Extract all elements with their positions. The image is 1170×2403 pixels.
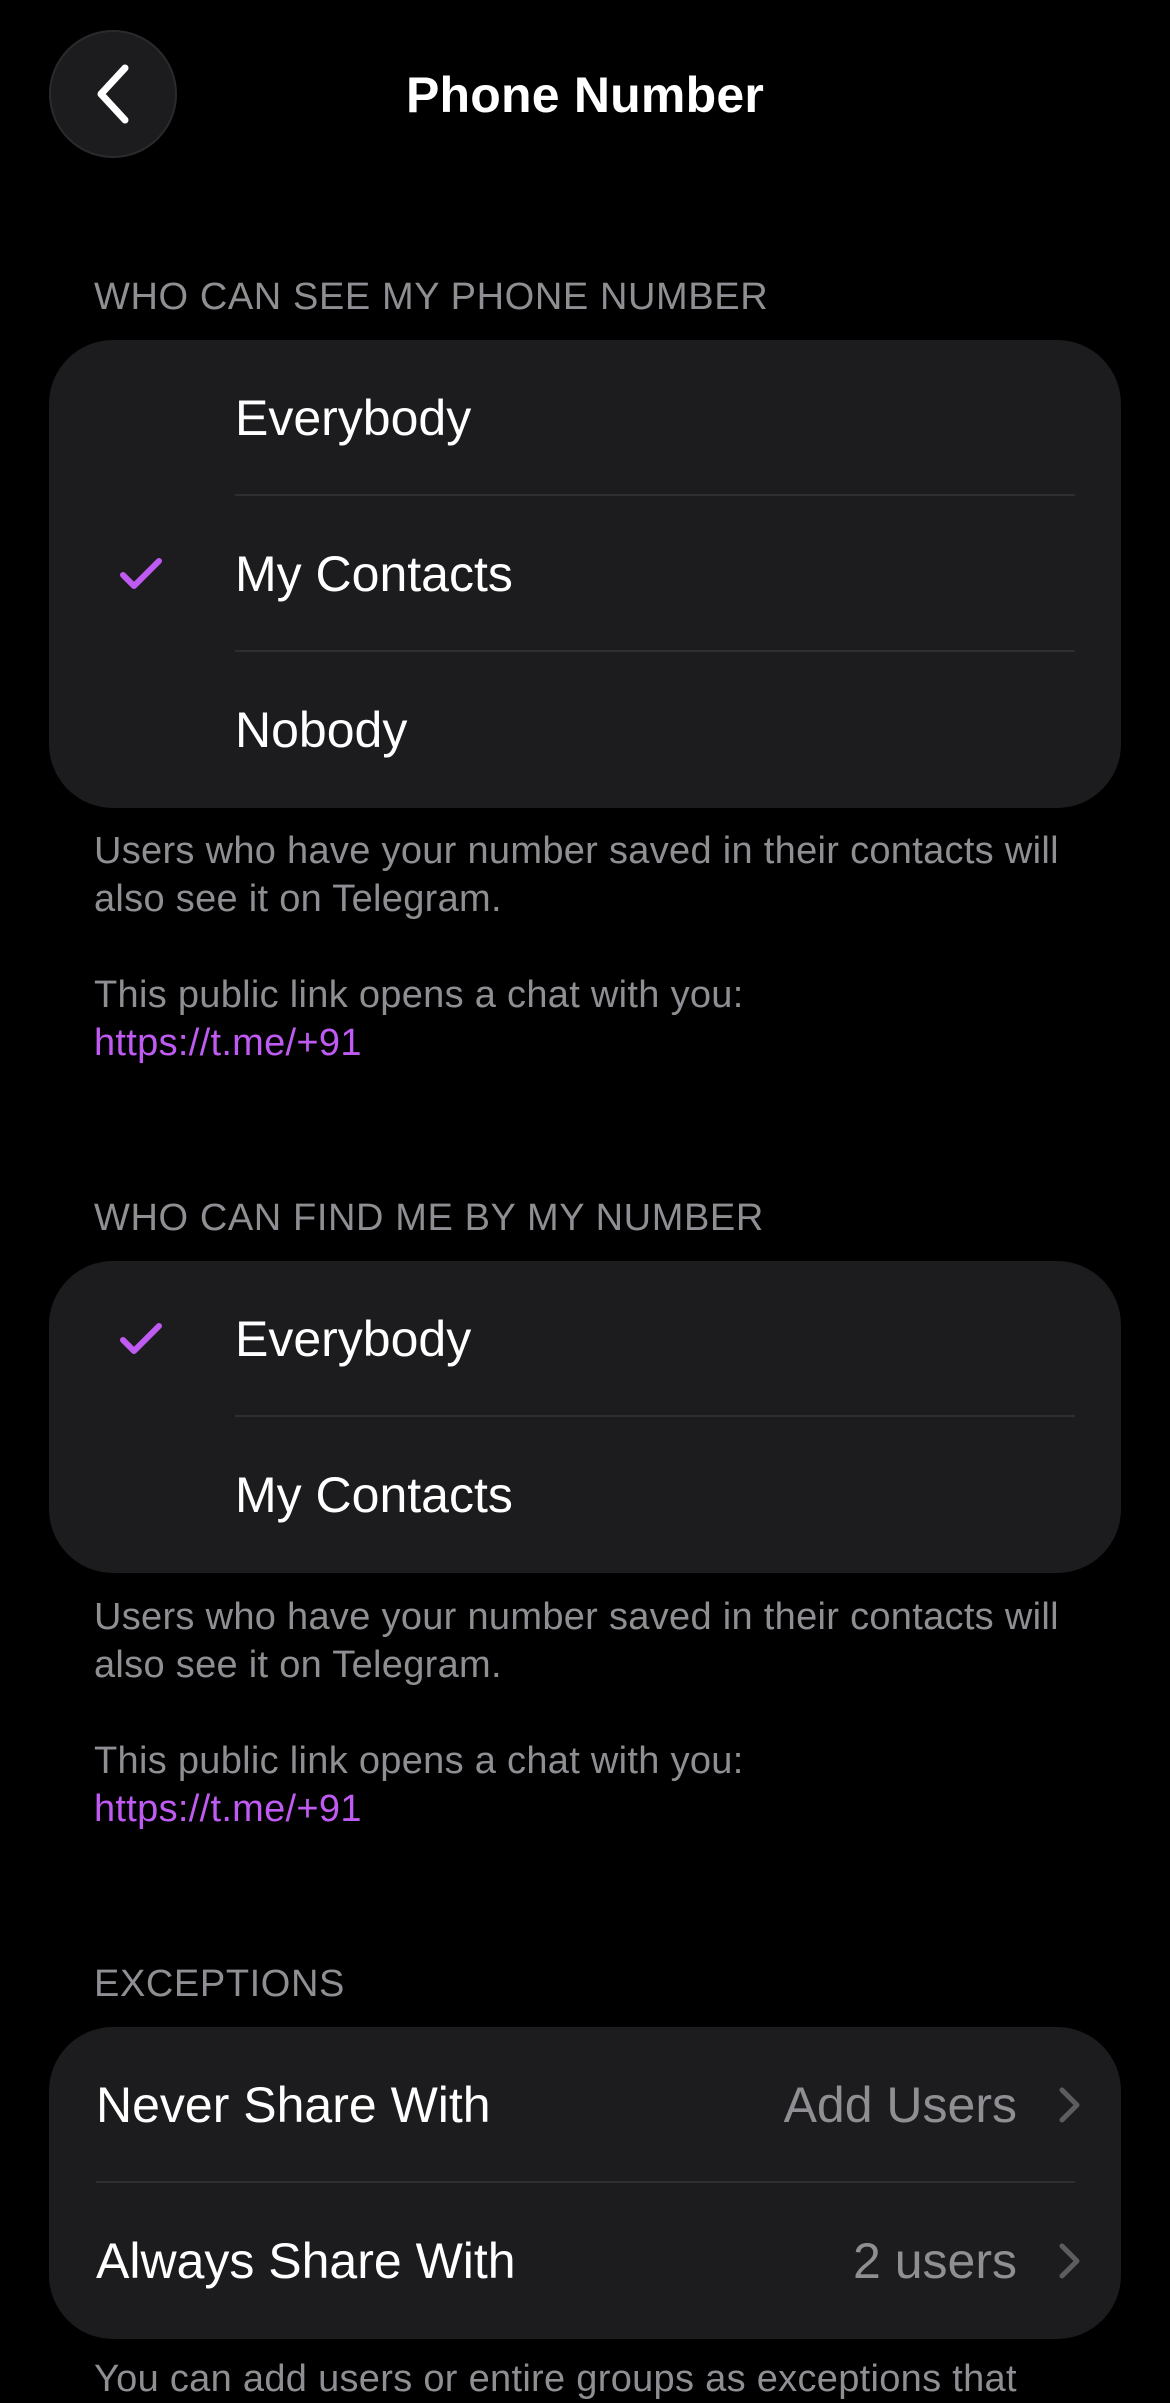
chevron-right-icon bbox=[1059, 2087, 1080, 2123]
find-footnote: Users who have your number saved in thei… bbox=[94, 1593, 1084, 1845]
link-caption: This public link opens a chat with you: bbox=[94, 974, 744, 1016]
find-option-everybody[interactable]: Everybody bbox=[49, 1261, 1121, 1417]
public-link[interactable]: https://t.me/+91 bbox=[94, 1019, 362, 1067]
row-label: Always Share With bbox=[96, 2233, 516, 2289]
never-share-with-row[interactable]: Never Share With Add Users bbox=[49, 2027, 1121, 2183]
link-caption: This public link opens a chat with you: bbox=[94, 1740, 744, 1782]
option-label: Everybody bbox=[235, 390, 472, 446]
section-title-exceptions: EXCEPTIONS bbox=[94, 1963, 345, 2005]
page-title: Phone Number bbox=[406, 67, 764, 123]
always-share-with-row[interactable]: Always Share With 2 users bbox=[49, 2183, 1121, 2339]
footnote-text: Users who have your number saved in thei… bbox=[94, 1596, 1059, 1686]
footnote-text: Users who have your number saved in thei… bbox=[94, 830, 1059, 920]
public-link[interactable]: https://t.me/+91 bbox=[94, 1785, 362, 1833]
see-option-my-contacts[interactable]: My Contacts bbox=[49, 496, 1121, 652]
option-label: My Contacts bbox=[235, 546, 513, 602]
section-title-see: WHO CAN SEE MY PHONE NUMBER bbox=[94, 276, 769, 318]
see-option-everybody[interactable]: Everybody bbox=[49, 340, 1121, 496]
find-options-group: Everybody My Contacts bbox=[49, 1261, 1121, 1573]
checkmark-icon bbox=[120, 558, 162, 589]
checkmark-icon bbox=[120, 1323, 162, 1354]
option-label: Everybody bbox=[235, 1311, 472, 1367]
footnote-text: You can add users or entire groups as ex… bbox=[94, 2358, 1017, 2400]
navigation-bar: Phone Number bbox=[0, 0, 1170, 190]
exceptions-group: Never Share With Add Users Always Share … bbox=[49, 2027, 1121, 2339]
row-label: Never Share With bbox=[96, 2077, 491, 2133]
see-options-group: Everybody My Contacts Nobody bbox=[49, 340, 1121, 808]
row-value: Add Users bbox=[783, 2077, 1017, 2133]
exceptions-footnote: You can add users or entire groups as ex… bbox=[94, 2355, 1084, 2403]
find-option-my-contacts[interactable]: My Contacts bbox=[49, 1417, 1121, 1573]
option-label: My Contacts bbox=[235, 1467, 513, 1523]
see-footnote: Users who have your number saved in thei… bbox=[94, 827, 1084, 1079]
section-title-find: WHO CAN FIND ME BY MY NUMBER bbox=[94, 1197, 764, 1239]
chevron-right-icon bbox=[1059, 2243, 1080, 2279]
row-value: 2 users bbox=[853, 2233, 1017, 2289]
see-option-nobody[interactable]: Nobody bbox=[49, 652, 1121, 808]
option-label: Nobody bbox=[235, 702, 408, 758]
